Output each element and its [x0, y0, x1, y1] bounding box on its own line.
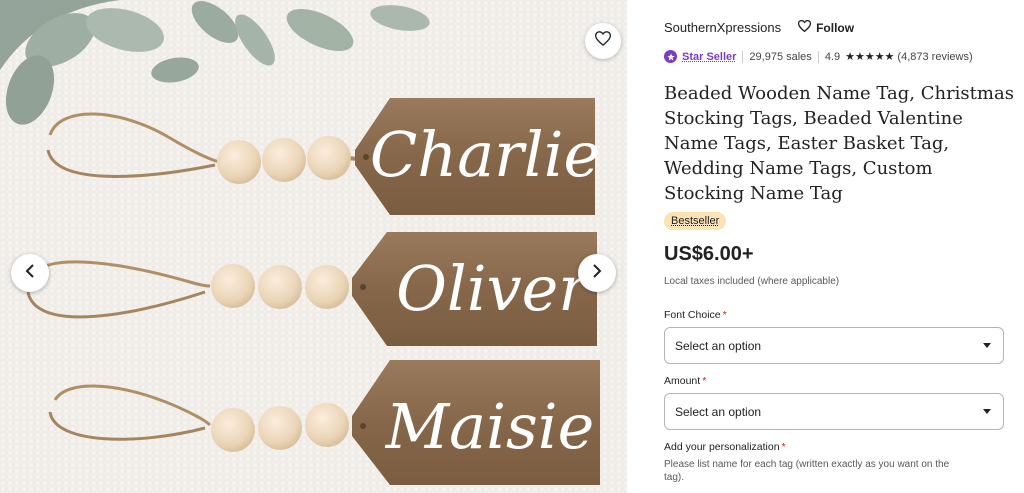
sales-count: 29,975 sales — [749, 50, 812, 63]
product-photo: Charlie Oliver Maisie — [0, 0, 600, 485]
reviews-link[interactable]: (4,873 reviews) — [897, 51, 972, 63]
font-choice-label: Font Choice * — [664, 309, 727, 321]
shop-stats: Star Seller 29,975 sales 4.9 ★★★★★ (4,87… — [664, 50, 973, 63]
favorite-button[interactable] — [585, 23, 621, 59]
required-mark: * — [722, 309, 727, 321]
star-seller-label: Star Seller — [682, 50, 737, 63]
tag-text-3: Maisie — [385, 390, 595, 463]
bestseller-badge[interactable]: Bestseller — [664, 212, 727, 230]
rating-value: 4.9 — [824, 50, 841, 63]
shop-name-link[interactable]: SouthernXpressions — [664, 20, 781, 35]
listing-title: Beaded Wooden Name Tag, Christmas Stocki… — [664, 83, 1014, 204]
caret-down-icon — [983, 409, 991, 414]
amount-label: Amount * — [664, 375, 706, 387]
shop-header: SouthernXpressions Follow — [664, 19, 855, 35]
personalization-hint: Please list name for each tag (written e… — [664, 459, 950, 483]
heart-outline-icon — [594, 31, 612, 51]
personalization-label: Add your personalization * — [664, 441, 786, 453]
product-image-gallery[interactable]: Charlie Oliver Maisie — [0, 0, 627, 493]
amount-label-text: Amount — [664, 375, 701, 387]
font-choice-label-text: Font Choice — [664, 309, 721, 321]
tag-text-2: Oliver — [396, 252, 591, 325]
rating-stars-icon: ★★★★★ — [845, 51, 895, 63]
caret-down-icon — [983, 343, 991, 348]
divider — [742, 50, 744, 63]
next-image-button[interactable] — [578, 254, 616, 292]
required-mark: * — [781, 441, 786, 453]
required-mark: * — [702, 375, 707, 387]
chevron-left-icon — [25, 263, 35, 283]
amount-value: Select an option — [675, 404, 762, 419]
tag-text-1: Charlie — [370, 118, 600, 191]
chevron-right-icon — [592, 263, 602, 283]
personalization-label-text: Add your personalization — [664, 441, 780, 453]
amount-select[interactable]: Select an option — [664, 393, 1004, 430]
divider — [817, 50, 819, 63]
follow-button[interactable]: Follow — [797, 19, 855, 35]
font-choice-value: Select an option — [675, 338, 762, 353]
tax-note: Local taxes included (where applicable) — [664, 276, 840, 287]
price: US$6.00+ — [664, 243, 754, 265]
previous-image-button[interactable] — [11, 254, 49, 292]
follow-label: Follow — [816, 20, 855, 35]
star-seller-badge[interactable]: Star Seller — [664, 50, 736, 63]
font-choice-select[interactable]: Select an option — [664, 327, 1004, 364]
heart-outline-icon — [797, 19, 816, 35]
eucalyptus-leaves — [0, 0, 430, 125]
star-seller-icon — [664, 50, 677, 63]
